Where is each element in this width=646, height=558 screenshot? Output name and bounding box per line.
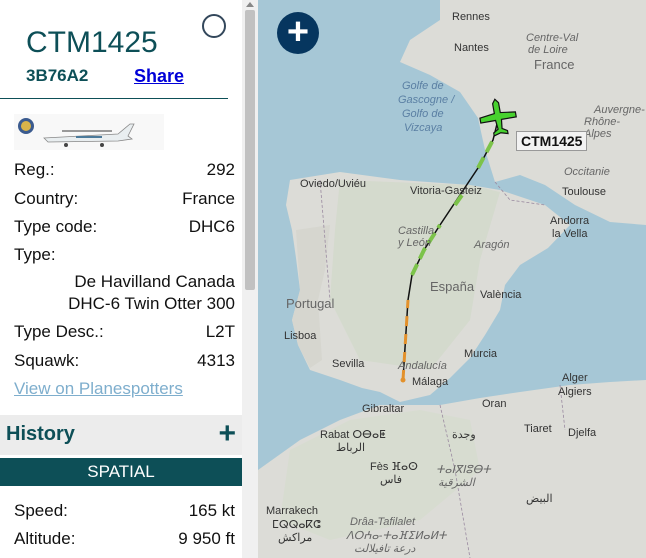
type-row: Type: (14, 245, 235, 267)
planespotters-link[interactable]: View on Planespotters (14, 379, 183, 399)
share-link[interactable]: Share (134, 66, 184, 87)
history-title: History (6, 423, 75, 445)
speed-value: 165 kt (188, 501, 235, 520)
map-label-tiaret: Tiaret (524, 423, 552, 435)
squawk-row: Squawk: 4313 (14, 351, 235, 373)
map-label-andorra1: Andorra (550, 215, 590, 227)
map-label-fes2: فاس (380, 474, 403, 486)
map-label-andorra2: la Vella (552, 228, 588, 240)
map-label-gibraltar: Gibraltar (362, 403, 405, 415)
spatial-section-header[interactable]: SPATIAL (0, 458, 242, 486)
callsign-title: CTM1425 (26, 26, 158, 59)
map-label-rennes: Rennes (452, 11, 490, 23)
history-section-header[interactable]: History + (0, 415, 242, 455)
zoom-in-button[interactable]: + (277, 12, 319, 54)
map-label-alger: Alger (562, 372, 588, 384)
map-label-marrakech3: مراكش (278, 532, 313, 544)
map-label-murcia: Murcia (464, 348, 498, 360)
aircraft-info-panel: CTM1425 ⊗ 3B76A2 Share Reg.: 292 Country… (0, 0, 242, 558)
panel-scrollbar[interactable] (242, 0, 258, 558)
map-view[interactable]: Rennes Nantes Centre-Val de Loire France… (258, 0, 646, 558)
track-start-point (400, 377, 406, 383)
map-label-aragon: Aragón (474, 239, 510, 251)
map-label-valencia: València (480, 289, 522, 301)
type-value-line1: De Havilland Canada (74, 272, 235, 291)
map-label-djelfa: Djelfa (568, 427, 597, 439)
reg-label: Reg.: (14, 160, 55, 179)
map-label-golfe4: Vizcaya (404, 122, 443, 134)
map-label-wajda: وجدة (452, 429, 476, 441)
scroll-up-arrow-icon[interactable] (246, 2, 254, 7)
map-label-castilla2: y León (398, 237, 432, 249)
typedesc-row: Type Desc.: L2T (14, 322, 235, 344)
map-label-baida: البيض (526, 493, 553, 505)
map-label-oran: Oran (482, 398, 507, 410)
squawk-value: 4313 (197, 351, 235, 370)
map-label-oriental2: الشرقية (438, 477, 475, 489)
map-label-vitoria: Vitoria-Gasteiz (410, 185, 482, 197)
typedesc-label: Type Desc.: (14, 322, 104, 341)
reg-row: Reg.: 292 (14, 160, 235, 182)
map-label-nantes: Nantes (454, 42, 489, 54)
close-icon[interactable]: ⊗ (202, 14, 226, 38)
map-label-auvergne2: Rhône-Alpes (584, 116, 621, 140)
scrollbar-thumb[interactable] (245, 10, 255, 290)
speed-label: Speed: (14, 501, 68, 520)
icao-hex: 3B76A2 (26, 66, 89, 85)
map-label-marrakech1: Marrakech (266, 505, 318, 517)
country-row: Country: France (14, 189, 235, 211)
map-label-golfe2: Gascogne / (398, 94, 455, 106)
map-label-draa1: Drâa-Tafilalet (350, 516, 416, 528)
map-label-lisboa: Lisboa (284, 330, 317, 342)
typedesc-value: L2T (205, 322, 235, 341)
map-label-draa3: درعة تافيلالت (354, 543, 416, 555)
map-label-occitanie: Occitanie (564, 166, 610, 178)
map-label-andalucia: Andalucía (398, 360, 447, 372)
aircraft-thumbnail[interactable] (14, 114, 164, 150)
type-label: Type: (14, 245, 56, 264)
typecode-label: Type code: (14, 217, 98, 236)
map-label-espana: España (430, 279, 475, 294)
country-value: France (182, 189, 235, 208)
reg-value: 292 (206, 160, 235, 179)
map-label-auvergne1: Auvergne- (594, 104, 645, 116)
map-label-malaga: Málaga (412, 376, 449, 388)
map-label-algiers: Algiers (558, 386, 592, 398)
map-label-golfe3: Golfo de (402, 108, 444, 120)
map-label-rabat1: Rabat ⵔⴱⴰⵟ (320, 429, 386, 441)
expand-plus-icon[interactable]: + (218, 417, 236, 451)
map-label-marrakech2: ⵎⵕⵕⴰⴽⵛ (272, 519, 321, 531)
map-label-draa2: ⴷⵔⵄⴰ-ⵜⴰⴼⵉⵍⴰⵍⵜ (346, 530, 447, 542)
altitude-row: Altitude: 9 950 ft (14, 529, 235, 551)
map-label-centre: Centre-Val (526, 32, 579, 44)
altitude-value: 9 950 ft (178, 529, 235, 548)
divider (0, 98, 228, 99)
map-label-castilla1: Castilla (398, 225, 435, 237)
aircraft-map-label[interactable]: CTM1425 (516, 131, 588, 151)
aircraft-photo-icon (18, 118, 135, 147)
map-label-oriental1: ⵜⴰⵏⴳⵏⵓⴱⵜ (436, 464, 491, 476)
map-label-rabat2: الرباط (336, 442, 366, 454)
map-label-oviedo: Oviedo/Uviéu (300, 178, 367, 190)
map-label-france: France (534, 57, 575, 72)
typecode-value: DHC6 (188, 217, 235, 236)
map-label-toulouse: Toulouse (562, 186, 607, 198)
typecode-row: Type code: DHC6 (14, 217, 235, 239)
map-label-portugal: Portugal (286, 296, 335, 311)
map-label-golfe1: Golfe de (402, 80, 444, 92)
altitude-label: Altitude: (14, 529, 76, 548)
speed-row: Speed: 165 kt (14, 501, 235, 523)
type-value-line2: DHC-6 Twin Otter 300 (68, 294, 235, 313)
country-label: Country: (14, 189, 79, 208)
squawk-label: Squawk: (14, 351, 80, 370)
map-label-loire: de Loire (528, 44, 568, 56)
map-label-sevilla: Sevilla (332, 358, 365, 370)
map-label-fes1: Fès ⴼⴰⵙ (370, 461, 418, 473)
